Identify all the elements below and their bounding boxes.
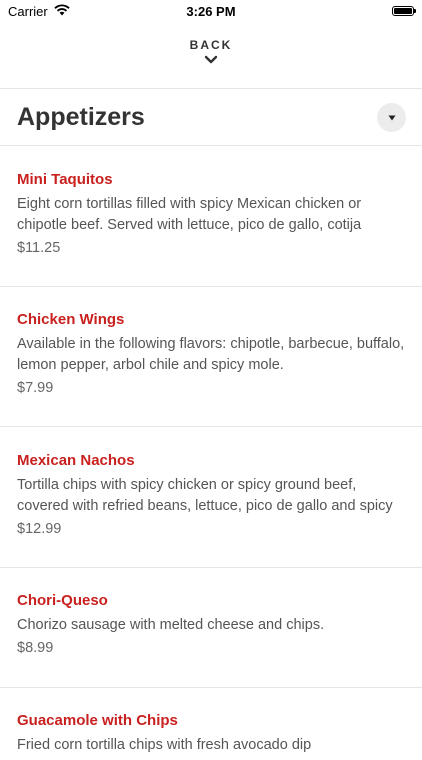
status-time: 3:26 PM <box>186 4 236 19</box>
item-name: Guacamole with Chips <box>17 712 178 729</box>
item-description: Chorizo sausage with melted cheese and c… <box>17 617 325 633</box>
caret-down-icon <box>388 115 395 120</box>
item-description: Tortilla chips with spicy chicken or spi… <box>17 477 393 514</box>
section-title: Appetizers <box>17 103 145 131</box>
item-description: Eight corn tortillas filled with spicy M… <box>17 196 362 233</box>
item-price: $7.99 <box>17 380 54 396</box>
item-price: $11.25 <box>17 240 61 256</box>
item-price: $8.99 <box>17 640 54 656</box>
item-name: Chicken Wings <box>17 311 125 328</box>
menu-item-chicken-wings[interactable]: Chicken Wings Available in the following… <box>0 311 422 396</box>
battery-icon <box>392 6 416 16</box>
menu-item-mini-taquitos[interactable]: Mini Taquitos Eight corn tortillas fille… <box>0 171 422 256</box>
item-name: Mini Taquitos <box>17 171 113 188</box>
back-button[interactable]: BACK <box>0 38 422 86</box>
menu-item-guacamole-with-chips[interactable]: Guacamole with Chips Fried corn tortilla… <box>0 712 422 760</box>
item-name: Mexican Nachos <box>17 452 135 469</box>
menu-item-mexican-nachos[interactable]: Mexican Nachos Tortilla chips with spicy… <box>0 452 422 537</box>
menu-item-chori-queso[interactable]: Chori-Queso Chorizo sausage with melted … <box>0 592 422 656</box>
item-description: Fried corn tortilla chips with fresh avo… <box>17 737 312 753</box>
divider <box>0 145 422 146</box>
back-label: BACK <box>189 38 233 52</box>
item-name: Chori-Queso <box>17 592 108 609</box>
item-description: Available in the following flavors: chip… <box>17 336 405 373</box>
chevron-down-icon <box>204 55 218 64</box>
divider <box>0 567 422 568</box>
divider <box>0 426 422 427</box>
status-bar: Carrier 3:26 PM <box>0 0 422 22</box>
divider <box>0 687 422 688</box>
divider <box>0 286 422 287</box>
section-dropdown-button[interactable] <box>377 103 406 132</box>
section-header: Appetizers <box>0 89 422 145</box>
item-price: $12.99 <box>17 521 62 537</box>
